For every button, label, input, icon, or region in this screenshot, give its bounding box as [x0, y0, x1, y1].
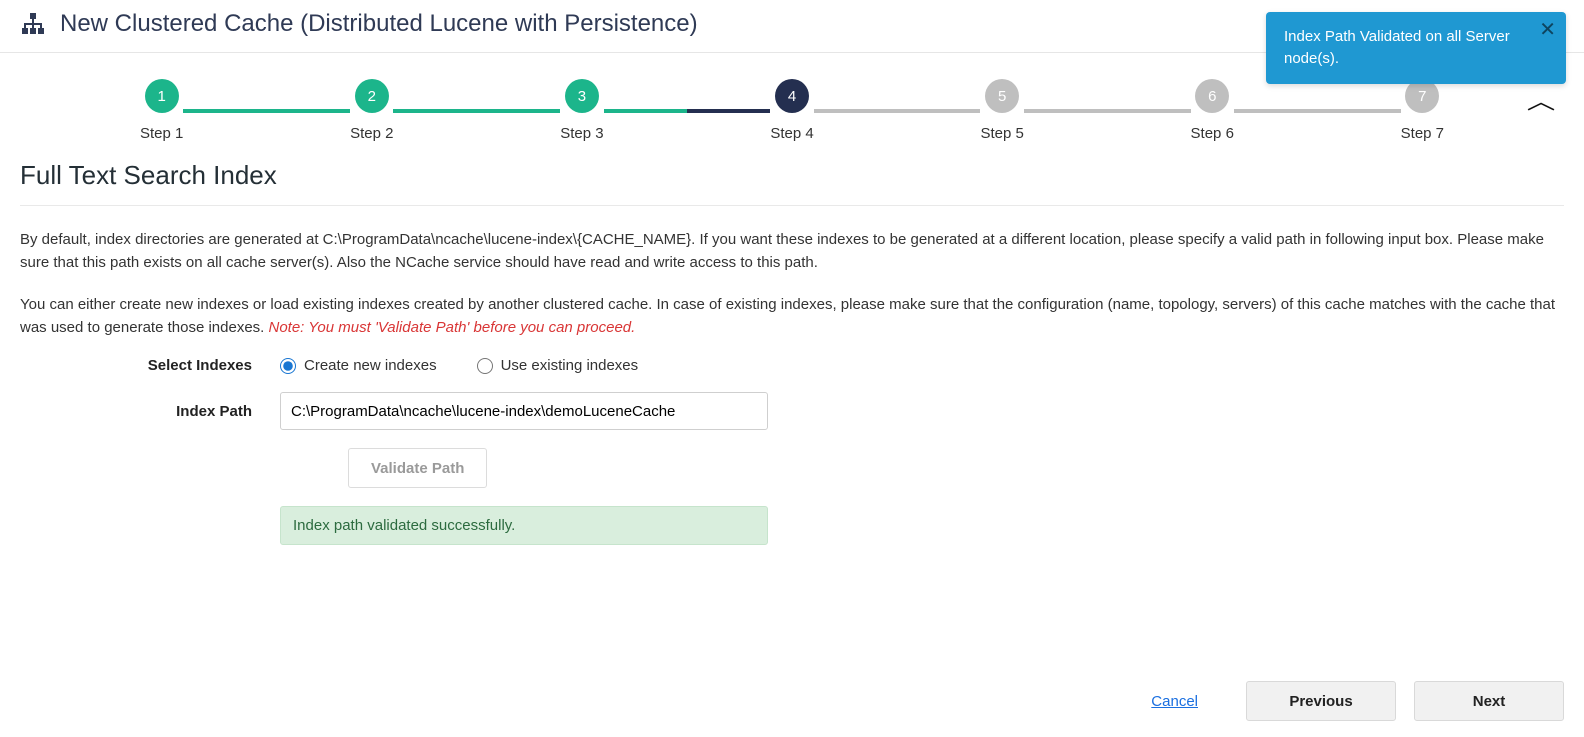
- step-label: Step 1: [140, 125, 183, 142]
- step-label: Step 5: [980, 125, 1023, 142]
- wizard-footer: Cancel Previous Next: [0, 665, 1584, 737]
- step-connector: [604, 109, 771, 113]
- step-4[interactable]: 4 Step 4: [770, 79, 813, 142]
- radio-use-existing-indexes[interactable]: Use existing indexes: [477, 357, 639, 374]
- index-path-input[interactable]: [280, 392, 768, 430]
- step-label: Step 3: [560, 125, 603, 142]
- step-connector: [814, 109, 981, 113]
- close-icon[interactable]: ✕: [1539, 20, 1556, 40]
- chevron-up-icon[interactable]: ︿: [1527, 84, 1556, 116]
- step-6[interactable]: 6 Step 6: [1191, 79, 1234, 142]
- toast-message: Index Path Validated on all Server node(…: [1284, 28, 1510, 67]
- step-5[interactable]: 5 Step 5: [980, 79, 1023, 142]
- step-dot: 1: [145, 79, 179, 113]
- description-paragraph-1: By default, index directories are genera…: [20, 228, 1564, 275]
- page-title: New Clustered Cache (Distributed Lucene …: [60, 10, 698, 38]
- radio-existing-label: Use existing indexes: [501, 357, 639, 374]
- step-connector: [1234, 109, 1401, 113]
- row-select-indexes: Select Indexes Create new indexes Use ex…: [20, 357, 1564, 374]
- toast-notification: Index Path Validated on all Server node(…: [1266, 12, 1566, 84]
- radio-existing-input[interactable]: [477, 358, 493, 374]
- row-validate: Validate Path: [20, 448, 1564, 488]
- step-dot: 4: [775, 79, 809, 113]
- step-label: Step 4: [770, 125, 813, 142]
- description-paragraph-2: You can either create new indexes or loa…: [20, 293, 1564, 340]
- label-select-indexes: Select Indexes: [20, 357, 280, 374]
- step-2[interactable]: 2 Step 2: [350, 79, 393, 142]
- step-dot: 3: [565, 79, 599, 113]
- row-index-path: Index Path: [20, 392, 1564, 430]
- step-label: Step 7: [1401, 125, 1444, 142]
- step-label: Step 6: [1191, 125, 1234, 142]
- section-title: Full Text Search Index: [20, 160, 1564, 206]
- step-connector: [1024, 109, 1191, 113]
- step-1[interactable]: 1 Step 1: [140, 79, 183, 142]
- step-dot: 6: [1195, 79, 1229, 113]
- radio-create-new-indexes[interactable]: Create new indexes: [280, 357, 437, 374]
- validation-success-message: Index path validated successfully.: [280, 506, 768, 545]
- next-button[interactable]: Next: [1414, 681, 1564, 721]
- validate-path-button[interactable]: Validate Path: [348, 448, 487, 488]
- main-content: Full Text Search Index By default, index…: [0, 152, 1584, 555]
- previous-button[interactable]: Previous: [1246, 681, 1396, 721]
- cancel-link[interactable]: Cancel: [1151, 693, 1198, 710]
- description-warning: Note: You must 'Validate Path' before yo…: [269, 319, 636, 336]
- step-dot: 2: [355, 79, 389, 113]
- step-connector: [393, 109, 560, 113]
- description-paragraph-2-text: You can either create new indexes or loa…: [20, 296, 1555, 336]
- step-dot: 7: [1405, 79, 1439, 113]
- radio-create-input[interactable]: [280, 358, 296, 374]
- radio-create-label: Create new indexes: [304, 357, 437, 374]
- step-7[interactable]: 7 Step 7: [1401, 79, 1444, 142]
- index-form: Select Indexes Create new indexes Use ex…: [20, 357, 1564, 545]
- sitemap-icon: [20, 12, 46, 36]
- step-dot: 5: [985, 79, 1019, 113]
- step-connector: [183, 109, 350, 113]
- label-index-path: Index Path: [20, 403, 280, 420]
- step-label: Step 2: [350, 125, 393, 142]
- step-3[interactable]: 3 Step 3: [560, 79, 603, 142]
